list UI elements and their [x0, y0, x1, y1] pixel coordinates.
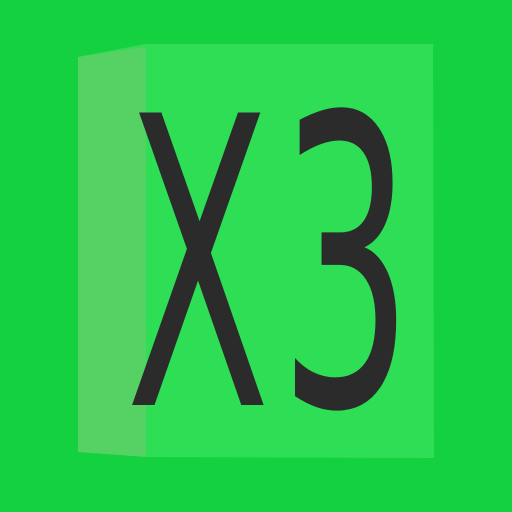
glyph-x: X [126, 33, 270, 500]
glyph-three: 3 [279, 33, 413, 500]
app-icon: X 3 [0, 0, 512, 512]
x3-block-icon: X 3 [78, 33, 434, 500]
